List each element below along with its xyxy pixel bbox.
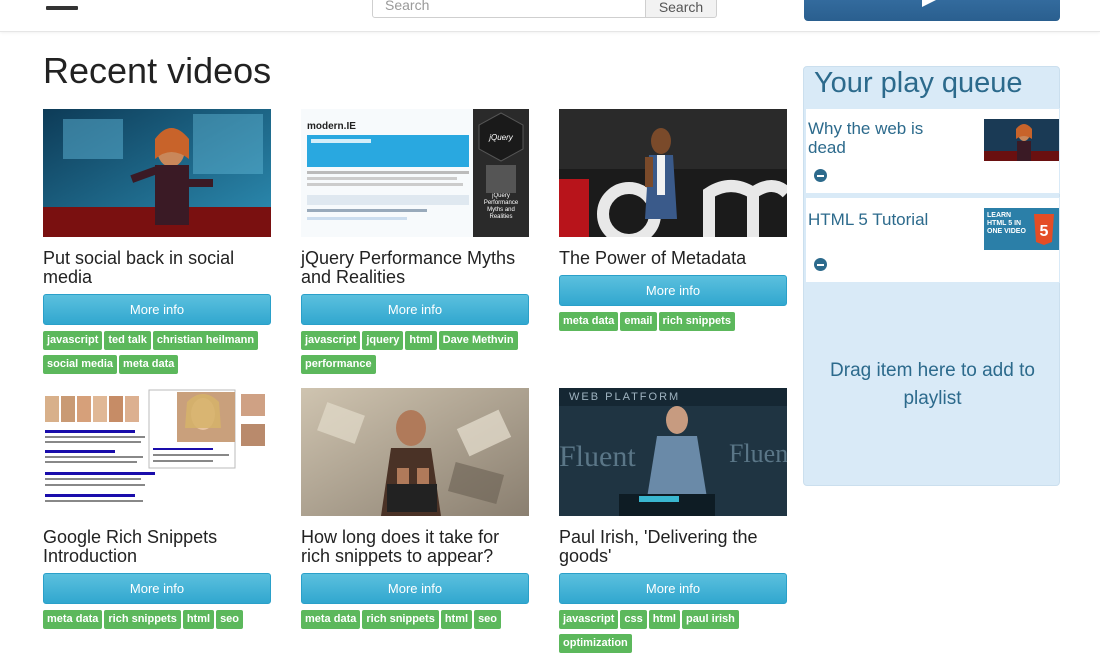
more-info-button[interactable]: More info bbox=[43, 573, 271, 604]
video-card: Put social back in social media More inf… bbox=[43, 109, 271, 378]
tag-list: meta data rich snippets html seo bbox=[301, 609, 533, 633]
tag[interactable]: social media bbox=[43, 355, 118, 374]
tag[interactable]: seo bbox=[474, 610, 502, 629]
play-queue-panel: Your play queue Why the web is dead HTML… bbox=[803, 66, 1060, 486]
video-card: How long does it take for rich snippets … bbox=[301, 388, 529, 633]
tag[interactable]: jquery bbox=[362, 331, 404, 350]
tag[interactable]: rich snippets bbox=[658, 312, 735, 331]
fluent-label: Fluent bbox=[559, 440, 636, 473]
tag[interactable]: seo bbox=[216, 610, 244, 629]
tag-list: meta data rich snippets html seo bbox=[43, 609, 275, 633]
tag[interactable]: javascript bbox=[301, 331, 361, 350]
play-queue-button[interactable] bbox=[804, 0, 1060, 21]
tag[interactable]: html bbox=[405, 331, 437, 350]
tag[interactable]: paul irish bbox=[681, 610, 739, 629]
queue-item-title[interactable]: HTML 5 Tutorial bbox=[808, 210, 958, 229]
tag[interactable]: Dave Methvin bbox=[438, 331, 518, 350]
tag[interactable]: rich snippets bbox=[362, 610, 439, 629]
tag[interactable]: html bbox=[440, 610, 473, 629]
web-platform-label: WEB PLATFORM bbox=[569, 391, 680, 403]
tag[interactable]: meta data bbox=[43, 610, 103, 629]
queue-item[interactable]: Why the web is dead bbox=[805, 108, 1060, 194]
queue-item-thumbnail[interactable] bbox=[984, 119, 1059, 161]
remove-icon[interactable] bbox=[814, 169, 827, 182]
more-info-button[interactable]: More info bbox=[301, 573, 529, 604]
more-info-button[interactable]: More info bbox=[559, 573, 787, 604]
drop-zone-hint[interactable]: Drag item here to add to playlist bbox=[814, 357, 1051, 413]
video-title[interactable]: jQuery Performance Myths and Realities bbox=[301, 249, 529, 287]
video-card: Google Rich Snippets Introduction More i… bbox=[43, 388, 271, 633]
video-card: WEB PLATFORM Fluent Fluent Paul Irish, '… bbox=[559, 388, 787, 657]
video-title[interactable]: Google Rich Snippets Introduction bbox=[43, 528, 271, 566]
jquery-logo: jQuery bbox=[488, 133, 514, 142]
tag[interactable]: css bbox=[620, 610, 647, 629]
play-icon bbox=[922, 0, 940, 7]
top-navbar: Search Search bbox=[0, 0, 1100, 32]
modernie-label: modern.IE bbox=[307, 121, 356, 132]
tag-list: javascript ted talk christian heilmann soci… bbox=[43, 330, 275, 378]
queue-title: Your play queue bbox=[814, 67, 1023, 99]
tag[interactable]: html bbox=[182, 610, 215, 629]
tag[interactable]: javascript bbox=[43, 331, 103, 350]
tag[interactable]: christian heilmann bbox=[152, 331, 259, 350]
fluent-label-2: Fluent bbox=[729, 439, 787, 468]
tag[interactable]: rich snippets bbox=[104, 610, 181, 629]
page-title: Recent videos bbox=[43, 50, 272, 91]
more-info-button[interactable]: More info bbox=[559, 275, 787, 306]
video-card: The Power of Metadata More info meta dat… bbox=[559, 109, 787, 335]
video-thumbnail[interactable] bbox=[43, 109, 271, 237]
video-card: modern.IE jQuery jQuery Performance Myth… bbox=[301, 109, 529, 378]
queue-item-title[interactable]: Why the web is dead bbox=[808, 119, 958, 157]
jquery-caption: jQuery Performance Myths and Realities bbox=[483, 193, 519, 220]
search-button[interactable]: Search bbox=[645, 0, 717, 18]
tag[interactable]: meta data bbox=[301, 610, 361, 629]
video-thumbnail[interactable] bbox=[559, 109, 787, 237]
tag[interactable]: ted talk bbox=[104, 331, 151, 350]
tag[interactable]: optimization bbox=[559, 634, 632, 653]
tag[interactable]: performance bbox=[301, 355, 376, 374]
tag[interactable]: javascript bbox=[559, 610, 619, 629]
remove-icon[interactable] bbox=[814, 258, 827, 271]
video-thumbnail[interactable]: WEB PLATFORM Fluent Fluent bbox=[559, 388, 787, 516]
video-thumbnail[interactable] bbox=[43, 388, 271, 516]
html5-logo: 5 bbox=[1040, 223, 1049, 240]
tag[interactable]: html bbox=[648, 610, 680, 629]
tag[interactable]: email bbox=[620, 312, 657, 331]
video-title[interactable]: Put social back in social media bbox=[43, 249, 271, 287]
video-thumbnail[interactable]: modern.IE jQuery jQuery Performance Myth… bbox=[301, 109, 529, 237]
html5-badge-text: LEARN HTML 5 IN ONE VIDEO bbox=[987, 212, 1026, 235]
tag[interactable]: meta data bbox=[559, 312, 619, 331]
video-title[interactable]: How long does it take for rich snippets … bbox=[301, 528, 529, 566]
more-info-button[interactable]: More info bbox=[43, 294, 271, 325]
tag-list: javascript css html paul irish optimization bbox=[559, 609, 791, 657]
more-info-button[interactable]: More info bbox=[301, 294, 529, 325]
search-input[interactable]: Search bbox=[372, 0, 646, 18]
queue-item[interactable]: HTML 5 Tutorial LEARN HTML 5 IN ONE VIDE… bbox=[805, 197, 1060, 283]
tag[interactable]: meta data bbox=[119, 355, 179, 374]
tag-list: javascript jquery html Dave Methvin performa… bbox=[301, 330, 533, 378]
menu-icon[interactable] bbox=[46, 0, 78, 14]
video-title[interactable]: Paul Irish, 'Delivering the goods' bbox=[559, 528, 787, 566]
tag-list: meta data email rich snippets bbox=[559, 311, 791, 335]
queue-item-thumbnail[interactable]: LEARN HTML 5 IN ONE VIDEO 5 bbox=[984, 208, 1059, 250]
video-thumbnail[interactable] bbox=[301, 388, 529, 516]
video-title[interactable]: The Power of Metadata bbox=[559, 249, 787, 268]
